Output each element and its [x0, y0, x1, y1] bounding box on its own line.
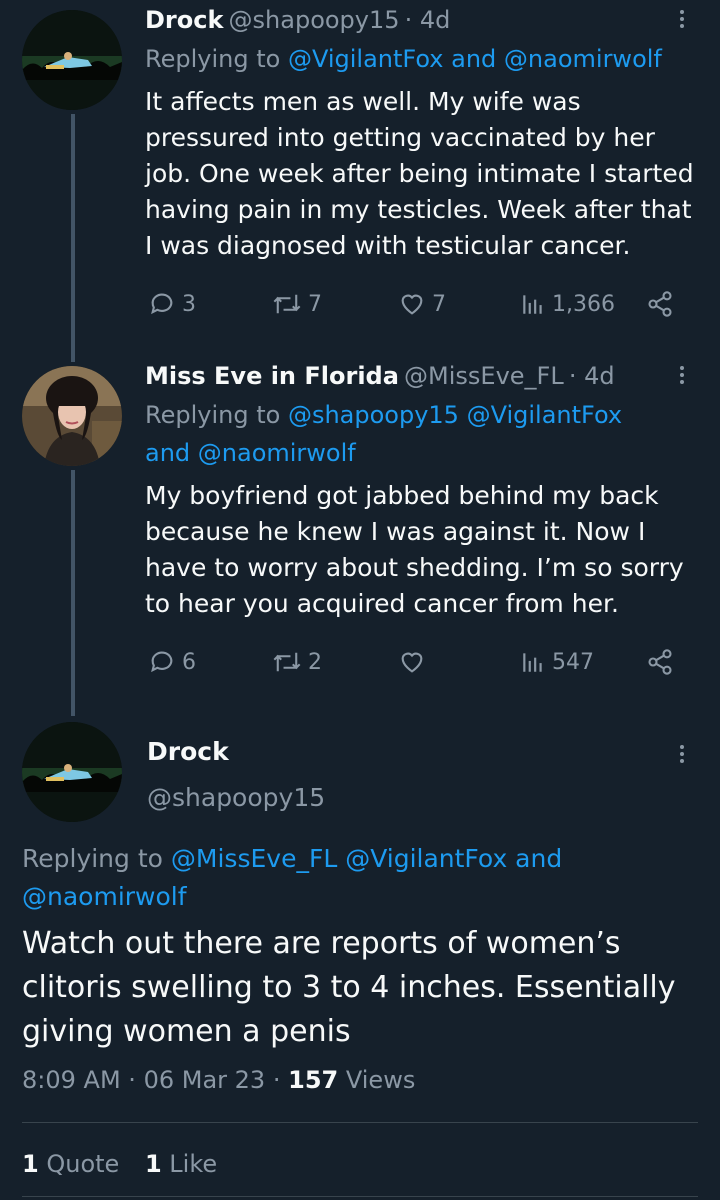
- tweet-1-replying-prefix: Replying to: [145, 45, 281, 73]
- tweet-2-author-handle[interactable]: @MissEve_FL: [404, 362, 564, 390]
- share-icon: [648, 291, 672, 317]
- tweet-1-like-count: 7: [432, 291, 446, 317]
- meta-separator: ·: [128, 1066, 136, 1094]
- main-tweet-author-handle[interactable]: @shapoopy15: [147, 783, 325, 812]
- main-tweet-more-icon[interactable]: [677, 742, 687, 766]
- tweet-1-text-line: I was diagnosed with testicular cancer.: [145, 231, 631, 260]
- tweet-1-reply-count: 3: [182, 291, 196, 317]
- main-tweet-engagement: 1 Quote 1 Like: [22, 1150, 217, 1178]
- main-tweet-meta: 8:09 AM · 06 Mar 23 · 157 Views: [22, 1066, 415, 1094]
- tweet-2-reply-button[interactable]: 6: [148, 648, 196, 676]
- main-tweet-replying-mentions-cont[interactable]: @naomirwolf: [22, 878, 702, 916]
- main-tweet-author-name[interactable]: Drock: [147, 737, 229, 766]
- tweet-2-retweet-count: 2: [308, 649, 322, 675]
- main-tweet-views-label: Views: [345, 1066, 416, 1094]
- avatar-drock-main-image: [22, 722, 122, 822]
- tweet-2-text-line: to hear you acquired cancer from her.: [145, 589, 619, 618]
- tweet-2-text-line: have to worry about shedding. I’m so sor…: [145, 553, 684, 582]
- tweet-1-reply-button[interactable]: 3: [148, 290, 196, 318]
- avatar-drock-image: [22, 10, 122, 110]
- main-tweet-likes[interactable]: 1 Like: [145, 1150, 217, 1178]
- tweet-2-views-button[interactable]: 547: [520, 648, 594, 676]
- main-tweet-replying-mentions[interactable]: @MissEve_FL @VigilantFox and: [171, 844, 562, 873]
- tweet-1-text-line: having pain in my testicles. Week after …: [145, 195, 692, 224]
- meta-separator: ·: [272, 1066, 281, 1094]
- avatar-misseve-image: [22, 366, 122, 466]
- tweet-2-retweet-button[interactable]: 2: [272, 648, 322, 676]
- avatar-drock[interactable]: [22, 10, 122, 110]
- tweet-2-view-count: 547: [552, 649, 594, 675]
- main-tweet-likes-count: 1: [144, 1150, 162, 1178]
- tweet-2-author-name[interactable]: Miss Eve in Florida: [145, 362, 399, 390]
- avatar-misseve[interactable]: [22, 366, 122, 466]
- reply-icon: [151, 651, 173, 673]
- main-tweet-text: Watch out there are reports of women’s c…: [22, 922, 712, 1054]
- tweet-2-text-line: My boyfriend got jabbed behind my back: [145, 481, 659, 510]
- main-tweet-quotes-count: 1: [22, 1150, 39, 1178]
- tweet-1-more-icon[interactable]: [677, 7, 687, 31]
- main-tweet-quotes-label: Quote: [46, 1150, 120, 1178]
- main-tweet-quotes[interactable]: 1 Quote: [22, 1150, 127, 1178]
- tweet-2-more-icon[interactable]: [677, 363, 687, 387]
- tweet-2-text-line: because he knew I was against it. Now I: [145, 517, 646, 546]
- tweet-1-like-button[interactable]: 7: [398, 290, 446, 318]
- tweet-1-retweet-button[interactable]: 7: [272, 290, 322, 318]
- tweet-1-timestamp[interactable]: · 4d: [405, 6, 451, 34]
- avatar-drock-main[interactable]: [22, 722, 122, 822]
- divider: [22, 1196, 698, 1197]
- tweet-2-replying-mentions[interactable]: @shapoopy15 @VigilantFox: [288, 401, 622, 429]
- main-tweet-text-line: giving women a penis: [22, 1014, 351, 1049]
- tweet-1-view-count: 1,366: [552, 291, 615, 317]
- tweet-1-author-handle[interactable]: @shapoopy15: [229, 6, 400, 34]
- tweet-1-text-line: It affects men as well. My wife was: [145, 87, 581, 116]
- main-tweet-replying-prefix: Replying to: [22, 844, 163, 873]
- views-icon: [523, 295, 542, 314]
- tweet-1-replying-mentions[interactable]: @VigilantFox and @naomirwolf: [288, 45, 662, 73]
- tweet-2-reply-count: 6: [182, 649, 196, 675]
- tweet-1-share-button[interactable]: [646, 290, 674, 318]
- like-icon: [401, 294, 423, 315]
- main-tweet-text-line: clitoris swelling to 3 to 4 inches. Esse…: [22, 970, 676, 1005]
- tweet-2-timestamp[interactable]: · 4d: [569, 362, 615, 390]
- views-icon: [523, 653, 542, 672]
- retweet-icon: [273, 652, 301, 672]
- tweet-1-text: It affects men as well. My wife was pres…: [145, 84, 715, 264]
- tweet-1-text-line: pressured into getting vaccinated by her: [145, 123, 655, 152]
- reply-icon: [151, 293, 173, 315]
- tweet-1-author-name[interactable]: Drock: [145, 6, 223, 34]
- thread-line-1: [71, 114, 75, 362]
- tweet-1-retweet-count: 7: [308, 291, 322, 317]
- tweet-2-text: My boyfriend got jabbed behind my back b…: [145, 478, 715, 622]
- tweet-1-views-button[interactable]: 1,366: [520, 290, 615, 318]
- tweet-2-like-button[interactable]: [398, 648, 432, 676]
- main-tweet-date[interactable]: 06 Mar 23: [144, 1066, 266, 1094]
- main-tweet-text-line: Watch out there are reports of women’s: [22, 926, 621, 961]
- divider: [22, 1122, 698, 1123]
- main-tweet-views-count: 157: [288, 1066, 339, 1094]
- tweet-2-share-button[interactable]: [646, 648, 674, 676]
- tweet-2-replying-mentions-cont[interactable]: and @naomirwolf: [145, 434, 705, 472]
- thread-line-2: [71, 470, 75, 716]
- tweet-1-text-line: job. One week after being intimate I sta…: [145, 159, 694, 188]
- retweet-icon: [273, 294, 301, 314]
- tweet-2-replying-prefix: Replying to: [145, 401, 281, 429]
- main-tweet-time[interactable]: 8:09 AM: [22, 1066, 121, 1094]
- main-tweet-likes-label: Like: [169, 1150, 218, 1178]
- like-icon: [401, 652, 423, 673]
- share-icon: [648, 649, 672, 675]
